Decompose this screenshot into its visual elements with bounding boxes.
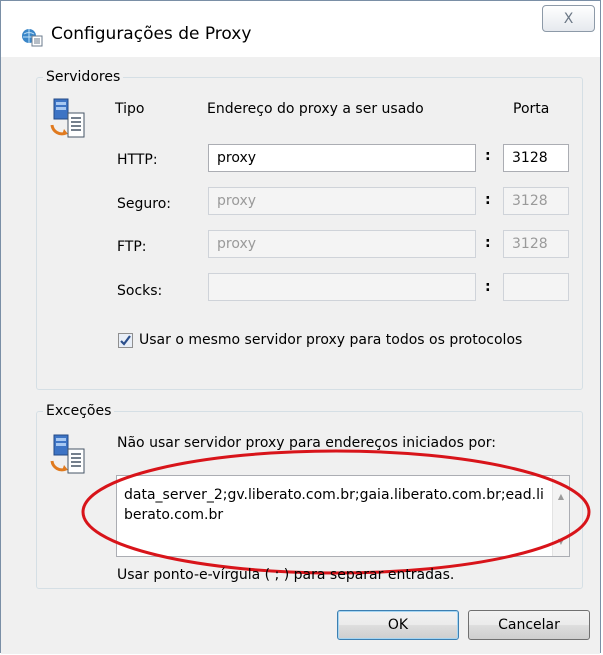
servers-legend: Servidores xyxy=(43,69,124,85)
exceptions-value: data_server_2;gv.liberato.com.br;gaia.li… xyxy=(124,487,544,523)
http-address-input[interactable]: proxy xyxy=(208,144,476,172)
socks-address-input[interactable] xyxy=(208,273,476,301)
title-bar: Configurações de Proxy X xyxy=(1,1,600,57)
server-document-icon xyxy=(50,434,85,474)
exceptions-hint: Usar ponto-e-vírgula ( ; ) para separar … xyxy=(117,567,455,583)
address-column-header: Endereço do proxy a ser usado xyxy=(207,101,424,117)
proxy-settings-icon xyxy=(22,29,43,47)
ftp-address-input[interactable]: proxy xyxy=(208,230,476,258)
secure-colon: : xyxy=(485,192,491,208)
ftp-port-input[interactable]: 3128 xyxy=(503,230,569,258)
secure-port-input[interactable]: 3128 xyxy=(503,187,569,215)
close-button[interactable]: X xyxy=(542,5,595,32)
same-proxy-label[interactable]: Usar o mesmo servidor proxy para todos o… xyxy=(139,332,522,348)
window-title: Configurações de Proxy xyxy=(51,24,252,44)
socks-label: Socks: xyxy=(117,283,163,299)
exceptions-textarea[interactable]: data_server_2;gv.liberato.com.br;gaia.li… xyxy=(116,475,570,557)
port-column-header: Porta xyxy=(513,101,550,117)
http-colon: : xyxy=(485,148,491,164)
scroll-down-arrow-icon[interactable]: ▼ xyxy=(553,533,569,550)
exceptions-instruction: Não usar servidor proxy para endereços i… xyxy=(117,435,497,451)
cancel-button[interactable]: Cancelar xyxy=(468,610,590,640)
ok-button[interactable]: OK xyxy=(337,610,459,640)
type-column-header: Tipo xyxy=(115,101,145,117)
ftp-label: FTP: xyxy=(117,239,147,255)
secure-label: Seguro: xyxy=(117,196,171,212)
dialog-body: Servidores Tipo Endereço do proxy a ser … xyxy=(1,57,600,654)
same-proxy-checkbox[interactable] xyxy=(118,333,133,348)
socks-colon: : xyxy=(485,279,491,295)
checkmark-icon xyxy=(120,335,131,346)
secure-address-input[interactable]: proxy xyxy=(208,187,476,215)
http-label: HTTP: xyxy=(117,152,158,168)
server-document-icon xyxy=(50,98,85,138)
scroll-up-arrow-icon[interactable]: ▲ xyxy=(553,488,569,505)
socks-port-input[interactable] xyxy=(503,273,569,301)
http-port-input[interactable]: 3128 xyxy=(503,144,569,172)
proxy-settings-dialog: Configurações de Proxy X Servidores Tipo… xyxy=(0,0,601,654)
exceptions-legend: Exceções xyxy=(43,403,115,419)
exceptions-scrollbar[interactable]: ▲ ▼ xyxy=(552,476,569,556)
close-icon: X xyxy=(563,10,574,27)
ftp-colon: : xyxy=(485,235,491,251)
